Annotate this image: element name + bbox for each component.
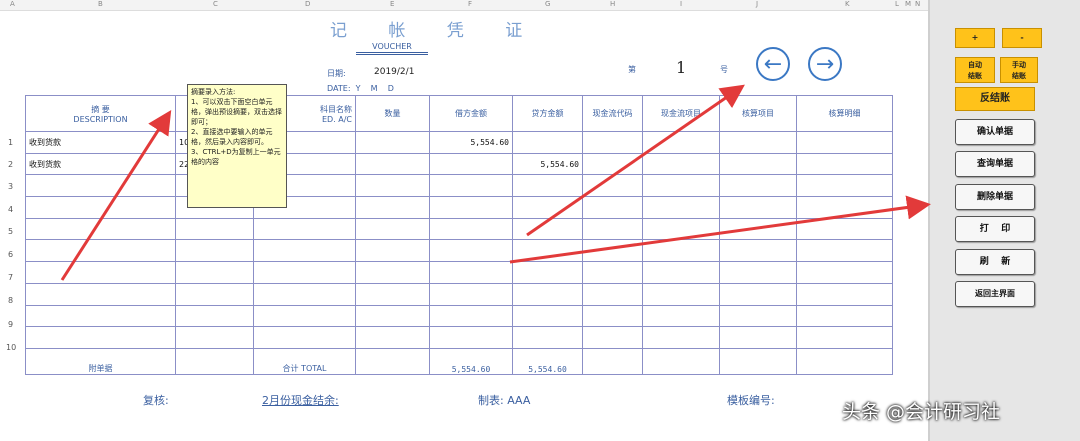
annotation-arrows [60,84,931,281]
watermark-text: 头条 @会计研习社 [842,401,1001,423]
red-arrow [509,195,931,264]
red-arrow [526,84,745,237]
red-arrow [60,109,172,281]
